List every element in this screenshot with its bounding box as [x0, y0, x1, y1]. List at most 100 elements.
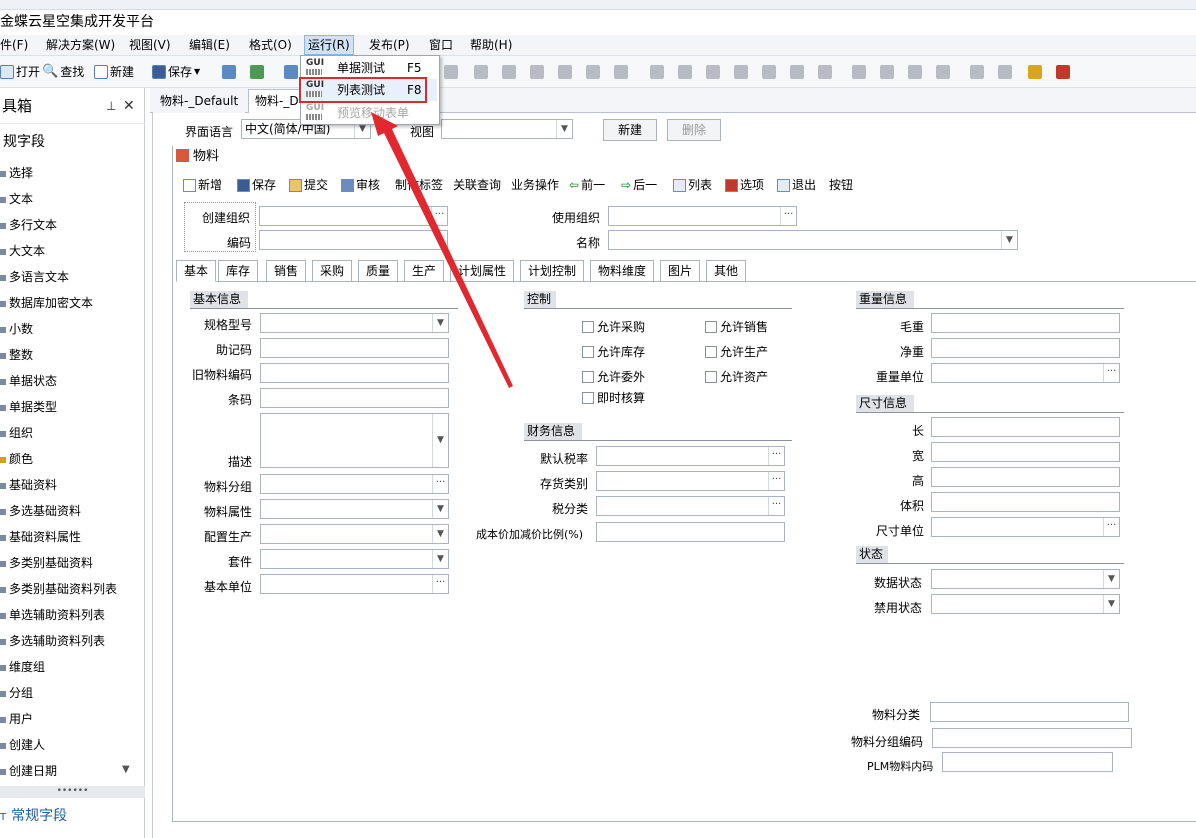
instant-account-checkbox[interactable]: 即时核算	[582, 389, 645, 406]
menu-publish[interactable]: 发布(P)	[369, 35, 410, 55]
taxrate-field[interactable]: ···	[596, 446, 785, 466]
toolbox-item-multilang[interactable]: 多语言文本	[0, 264, 69, 290]
center-v-icon[interactable]	[706, 65, 720, 79]
lang-new-button[interactable]: 新建	[603, 119, 657, 141]
toolbox-item-billstatus[interactable]: 单据状态	[0, 368, 57, 394]
baseunit-field[interactable]: ···	[260, 574, 449, 594]
oldcode-field[interactable]	[260, 363, 449, 383]
width-field[interactable]	[931, 442, 1120, 462]
toolbox-item-multi-assist[interactable]: 多选辅助资料列表	[0, 628, 105, 654]
copy-icon[interactable]	[970, 65, 984, 79]
datastatus-field[interactable]: ▼	[931, 569, 1120, 589]
menu-format[interactable]: 格式(O)	[249, 35, 292, 55]
new-button[interactable]: 新建	[94, 62, 134, 82]
toolbox-item-multibasedata[interactable]: 多选基础资料	[0, 498, 81, 524]
doc-tab-active[interactable]: 物料-_D	[248, 89, 306, 113]
matclass-field[interactable]	[930, 702, 1129, 722]
align-bottom-icon[interactable]	[678, 65, 692, 79]
barcode-field[interactable]	[260, 388, 449, 408]
toolbox-item-billtype[interactable]: 单据类型	[0, 394, 57, 420]
open-button[interactable]: 打开	[0, 62, 40, 82]
suite-field[interactable]: ▼	[260, 549, 449, 569]
table-icon[interactable]	[936, 65, 950, 79]
ellipsis-icon[interactable]: ···	[768, 447, 784, 465]
find-button[interactable]: 🔍 查找	[42, 62, 84, 82]
ellipsis-icon[interactable]: ···	[432, 475, 448, 493]
align-left-icon[interactable]	[474, 65, 488, 79]
toolbox-item-multiline[interactable]: 多行文本	[0, 212, 57, 238]
form-list-button[interactable]: 列表	[673, 174, 712, 196]
volume-field[interactable]	[931, 492, 1120, 512]
tab-sale[interactable]: 销售	[266, 260, 307, 282]
menu-item-bill-test[interactable]: GUI 单据测试 F5	[303, 57, 437, 79]
ellipsis-icon[interactable]: ···	[1103, 518, 1119, 536]
tab-other[interactable]: 其他	[706, 260, 747, 282]
form-options-button[interactable]: 选项	[725, 174, 764, 196]
toolbox-item-bigtext[interactable]: 大文本	[0, 238, 45, 264]
center-h-icon[interactable]	[734, 65, 748, 79]
matgroupcode-field[interactable]	[932, 728, 1132, 748]
toolbox-item-group[interactable]: 分组	[0, 680, 33, 706]
form-button-button[interactable]: 按钮	[829, 174, 853, 196]
info-icon[interactable]	[250, 65, 264, 79]
form-submit-button[interactable]: 提交	[289, 174, 328, 196]
scroll-icon[interactable]: ▼	[432, 414, 448, 467]
align-right-icon[interactable]	[530, 65, 544, 79]
align-middle-icon[interactable]	[558, 65, 572, 79]
length-field[interactable]	[931, 417, 1120, 437]
weightunit-field[interactable]: ···	[931, 363, 1120, 383]
toolbox-item-text[interactable]: 文本	[0, 186, 33, 212]
toolbox-item-multicat[interactable]: 多类别基础资料	[0, 550, 93, 576]
doc-tab-default[interactable]: 物料-_Default	[153, 89, 246, 113]
menu-item-mobile-preview[interactable]: GUI 预览移动表单	[303, 102, 437, 124]
taxclass-field[interactable]: ···	[596, 496, 785, 516]
menu-solution[interactable]: 解决方案(W)	[46, 35, 115, 55]
tab-stock[interactable]: 库存	[218, 260, 259, 282]
config-field[interactable]: ▼	[260, 524, 449, 544]
lock-icon[interactable]	[1028, 65, 1042, 79]
allow-outsource-checkbox[interactable]: 允许委外	[582, 368, 645, 385]
align-top-icon[interactable]	[650, 65, 664, 79]
toolbox-item-multicat-list[interactable]: 多类别基础资料列表	[0, 576, 117, 602]
toolbox-footer-tab[interactable]: T 常规字段	[0, 804, 145, 828]
form-label-button[interactable]: 制作标签	[395, 174, 443, 196]
ellipsis-icon[interactable]: ···	[780, 207, 796, 225]
paste-icon[interactable]	[998, 65, 1012, 79]
form-bizop-button[interactable]: 业务操作	[511, 174, 559, 196]
allow-produce-checkbox[interactable]: 允许生产	[705, 343, 768, 360]
stocktype-field[interactable]: ···	[596, 471, 785, 491]
close-icon[interactable]: ✕	[123, 88, 135, 124]
use-org-field[interactable]: ···	[608, 206, 797, 226]
size-width-icon[interactable]	[790, 65, 804, 79]
grid-icon[interactable]	[908, 65, 922, 79]
ellipsis-icon[interactable]: ···	[432, 575, 448, 593]
netweight-field[interactable]	[931, 338, 1120, 358]
matprop-field[interactable]: ▼	[260, 499, 449, 519]
toolbox-item-decimal[interactable]: 小数	[0, 316, 33, 342]
form-icon[interactable]	[222, 65, 236, 79]
grossweight-field[interactable]	[931, 313, 1120, 333]
toolbox-item-user[interactable]: 用户	[0, 706, 33, 732]
matgroup-field[interactable]: ···	[260, 474, 449, 494]
form-exit-button[interactable]: 退出	[777, 174, 816, 196]
toolbox-item-basedata-prop[interactable]: 基础资料属性	[0, 524, 81, 550]
toolbox-item-integer[interactable]: 整数	[0, 342, 33, 368]
menu-file[interactable]: 件(F)	[0, 35, 28, 55]
form-next-button[interactable]: ⇨ 后一	[621, 174, 657, 196]
form-new-button[interactable]: 新增	[183, 174, 222, 196]
spec-field[interactable]: ▼	[260, 313, 449, 333]
lang-delete-button[interactable]: 删除	[667, 119, 721, 141]
tab-plan-ctrl[interactable]: 计划控制	[520, 260, 585, 282]
view-select[interactable]: ▼	[441, 119, 573, 139]
tab-material-dim[interactable]: 物料维度	[590, 260, 655, 282]
ellipsis-icon[interactable]: ···	[768, 497, 784, 515]
space-h-icon[interactable]	[586, 65, 600, 79]
toolbox-item-color[interactable]: 颜色	[0, 446, 33, 472]
tab-purchase[interactable]: 采购	[312, 260, 353, 282]
name-field[interactable]: ▼	[608, 230, 1018, 250]
code-field[interactable]	[259, 230, 448, 250]
align-center-icon[interactable]	[502, 65, 516, 79]
sizeunit-field[interactable]: ···	[931, 517, 1120, 537]
toolbox-item-org[interactable]: 组织	[0, 420, 33, 446]
form-audit-button[interactable]: 审核	[341, 174, 380, 196]
